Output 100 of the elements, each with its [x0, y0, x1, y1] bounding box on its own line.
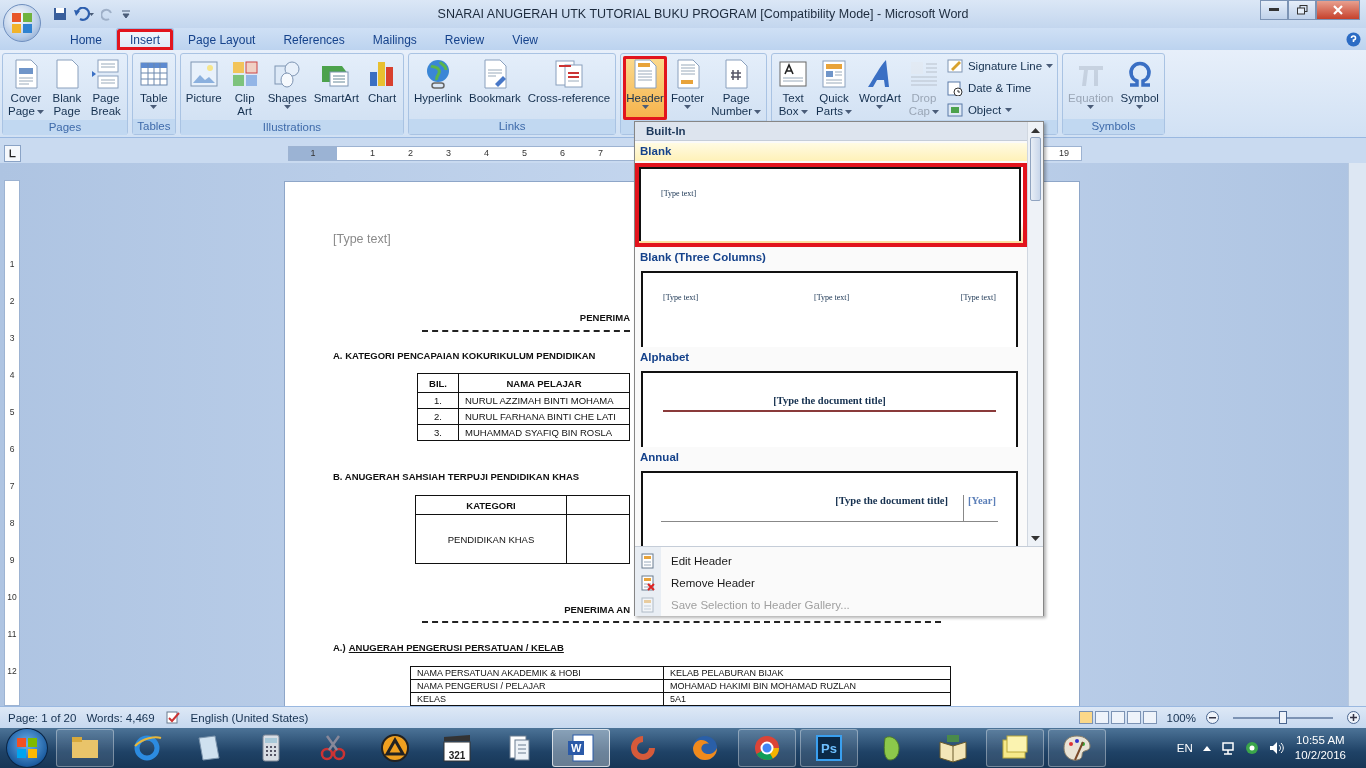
plus-icon	[1350, 714, 1357, 721]
gallery-item-label: Blank (Three Columns)	[640, 251, 766, 263]
document-heading: PENERIMA	[578, 312, 630, 323]
header-preview[interactable]: [Type text] [Type text] [Type text]	[641, 271, 1018, 347]
table-cell: KELAB PELABURAN BIJAK	[663, 666, 951, 680]
zoom-percent[interactable]: 100%	[1166, 711, 1196, 724]
taskbar-button[interactable]	[1048, 729, 1106, 767]
ribbon-button[interactable]: Bookmark	[466, 56, 524, 119]
ribbon-button[interactable]: Quick Parts	[813, 56, 855, 120]
palette-icon	[1061, 732, 1093, 764]
restore-icon	[1296, 5, 1308, 15]
ruler-number: 5	[9, 407, 15, 417]
table-cell: NURUL AZZIMAH BINTI MOHAMA	[458, 392, 630, 409]
view-button[interactable]	[1142, 711, 1157, 724]
gallery-scrollbar[interactable]	[1027, 122, 1043, 546]
table-header: BIL.	[417, 373, 459, 393]
volume-icon[interactable]	[1268, 741, 1285, 755]
ribbon-button[interactable]: WordArt	[855, 56, 904, 120]
ribbon-button[interactable]: Page Number	[708, 56, 765, 120]
restore-button[interactable]	[1288, 0, 1316, 20]
spelling-check-icon[interactable]	[164, 710, 181, 725]
ribbon-button[interactable]: Signature Line	[943, 57, 1056, 75]
header-preview[interactable]: [Type the document title] [Year]	[641, 471, 1018, 546]
ribbon-button[interactable]: Picture	[182, 56, 225, 120]
ruler-number: 1	[310, 148, 316, 158]
word-icon	[565, 732, 597, 764]
table-cell: PENDIDIKAN KHAS	[415, 514, 567, 564]
start-button[interactable]	[6, 728, 48, 768]
ruler-number: 7	[9, 481, 15, 491]
ribbon-button[interactable]: Table	[134, 56, 173, 119]
ribbon-tab[interactable]: Page Layout	[174, 28, 270, 50]
placeholder-text: [Type text]	[663, 293, 699, 302]
header-preview[interactable]: [Type text]	[639, 167, 1021, 241]
status-circle-icon[interactable]	[1244, 741, 1259, 755]
undo-icon[interactable]	[73, 7, 95, 21]
ribbon-tab[interactable]: Home	[56, 28, 116, 50]
taskbar-button[interactable]: 321	[428, 729, 486, 767]
ribbon-button[interactable]: Symbol	[1117, 56, 1162, 119]
network-icon[interactable]	[1220, 741, 1235, 755]
ruler-number: 3	[9, 333, 15, 343]
ruler-number: 7	[597, 148, 603, 158]
ribbon-button[interactable]: Date & Time	[943, 79, 1056, 97]
ribbon-button[interactable]: Clip Art	[225, 56, 264, 120]
menu-item[interactable]: Edit Header	[635, 550, 1043, 572]
ribbon-tab[interactable]: Review	[430, 28, 499, 50]
ruler-number: 1	[369, 148, 375, 158]
ribbon-button[interactable]: Page Break	[86, 56, 125, 120]
ribbon-button[interactable]: Object	[943, 101, 1056, 119]
minus-icon	[1209, 716, 1216, 719]
ribbon-tab[interactable]: Mailings	[358, 28, 431, 50]
header-placeholder[interactable]: [Type text]	[333, 232, 391, 246]
language-status[interactable]: English (United States)	[190, 711, 309, 724]
clock-date[interactable]: 10/2/2016	[1294, 748, 1346, 763]
taskbar-button[interactable]	[738, 729, 796, 767]
ribbon-button[interactable]: SmartArt	[310, 56, 363, 120]
menu-item[interactable]: Remove Header	[635, 572, 1043, 594]
taskbar-button[interactable]	[56, 729, 114, 767]
icon-label: W	[571, 742, 582, 754]
scroll-thumb[interactable]	[1030, 137, 1041, 201]
ribbon-button[interactable]: Text Box	[774, 56, 813, 120]
header-preview[interactable]: [Type the document title]	[641, 371, 1018, 447]
zoom-in-button[interactable]	[1347, 711, 1360, 724]
group-label: Symbols	[1063, 119, 1164, 134]
ribbon-button[interactable]: Hyperlink	[411, 56, 465, 119]
ribbon-tab[interactable]: Insert	[116, 28, 175, 50]
save-icon[interactable]	[53, 7, 67, 21]
table-cell: 3.	[417, 424, 459, 441]
ribbon-button[interactable]: Cross-reference	[524, 56, 614, 119]
ruler-number: 2	[407, 148, 413, 158]
ribbon-button[interactable]: Chart	[363, 56, 402, 120]
ribbon-button[interactable]: Footer	[667, 56, 708, 120]
ribbon-button[interactable]: Blank Page	[47, 56, 86, 120]
ribbon-button[interactable]: Cover Page	[5, 56, 47, 120]
ribbon-button[interactable]: Header	[623, 56, 667, 120]
minimize-icon	[1269, 8, 1279, 12]
ribbon-button[interactable]: Shapes	[264, 56, 310, 120]
close-button[interactable]	[1316, 0, 1360, 20]
show-hidden-icon[interactable]	[1202, 745, 1211, 751]
placeholder-text: [Type text]	[814, 293, 850, 302]
ribbon-tab[interactable]: View	[498, 28, 552, 50]
language-indicator[interactable]: EN	[1176, 742, 1193, 754]
zoom-slider-thumb[interactable]	[1279, 710, 1287, 724]
view-button[interactable]	[1110, 711, 1125, 724]
minimize-button[interactable]	[1260, 0, 1288, 20]
tab-stop-icon[interactable]	[4, 144, 21, 162]
scrollbar[interactable]	[1348, 163, 1366, 706]
view-button[interactable]	[1094, 711, 1109, 724]
clock-time[interactable]: 10:55 AM	[1296, 733, 1345, 748]
ribbon-tab[interactable]: References	[269, 28, 359, 50]
taskbar-button[interactable]: Ps	[800, 729, 858, 767]
help-icon[interactable]	[1346, 31, 1361, 47]
office-button[interactable]	[3, 4, 41, 42]
view-button[interactable]	[1126, 711, 1141, 724]
table-cell: MOHAMAD HAKIMI BIN MOHAMAD RUZLAN	[663, 679, 951, 693]
taskbar-button[interactable]	[986, 729, 1044, 767]
ruler-number: 4	[483, 148, 489, 158]
taskbar-button[interactable]: W	[552, 729, 610, 767]
ruler-number: 5	[521, 148, 527, 158]
zoom-out-button[interactable]	[1206, 711, 1219, 724]
customize-icon[interactable]	[121, 9, 131, 19]
